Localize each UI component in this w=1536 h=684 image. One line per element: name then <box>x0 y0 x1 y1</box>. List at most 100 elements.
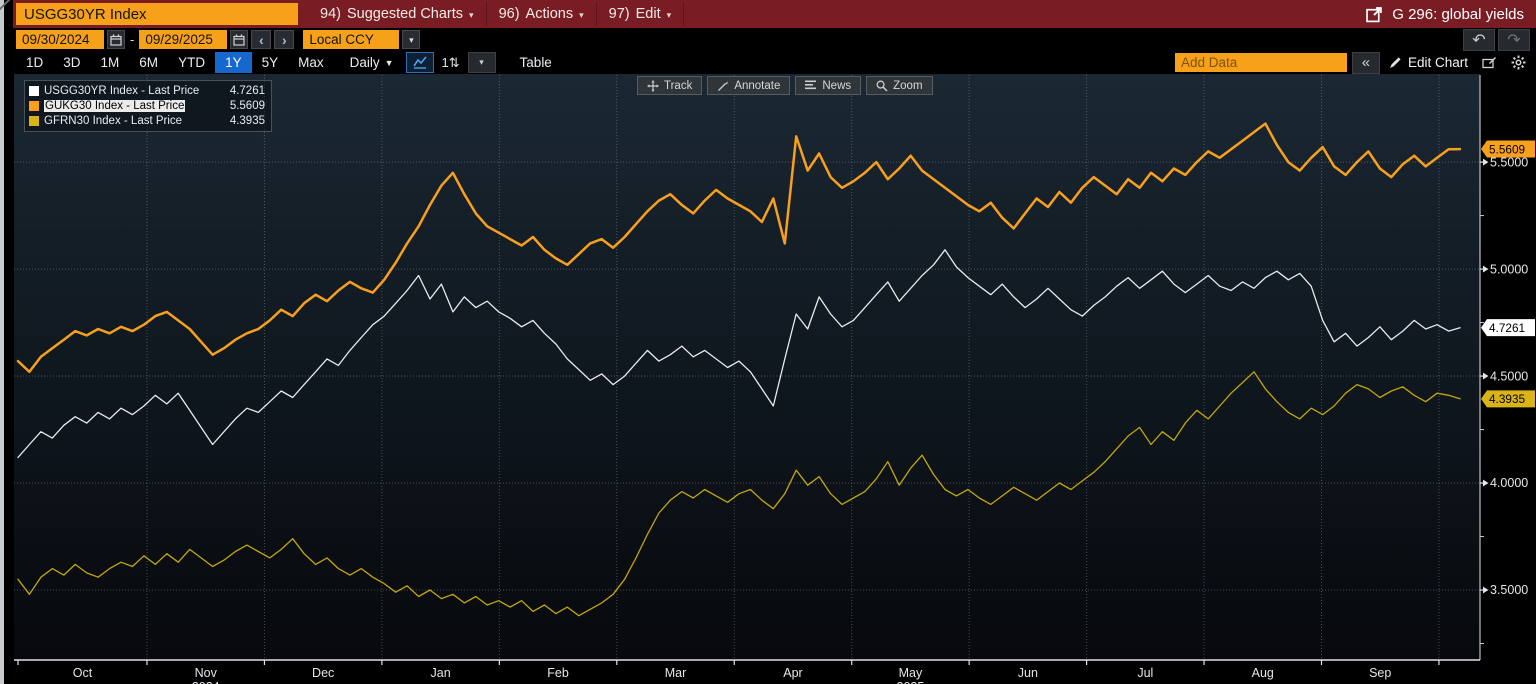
legend-item-usgg30yr[interactable]: USGG30YR Index - Last Price 4.7261 <box>29 83 265 98</box>
title-bar: USGG30YR Index 94) Suggested Charts ▾ 96… <box>0 0 1536 28</box>
x-axis-month-label: Aug <box>1252 666 1274 680</box>
tab-1d[interactable]: 1D <box>16 52 53 73</box>
tab-1y[interactable]: 1Y <box>215 52 252 73</box>
chart-type-dropdown-button[interactable]: ▾ <box>467 52 496 73</box>
zoom-label: Zoom <box>893 79 923 92</box>
svg-text:4.3935: 4.3935 <box>1489 392 1526 406</box>
x-axis-year-label: 2024 <box>192 680 220 684</box>
calendar-to-button[interactable] <box>230 30 249 49</box>
series-swatch <box>29 100 39 111</box>
svg-text:4.7261: 4.7261 <box>1489 321 1525 335</box>
window-edge[interactable] <box>0 0 4 684</box>
x-axis-year-label: 2025 <box>897 680 925 684</box>
frequency-label: Daily <box>349 55 380 70</box>
y-axis-label: 4.5000 <box>1490 369 1528 383</box>
undo-redo-group: ↶ ↷ <box>1463 28 1536 51</box>
y-axis-label: 3.5000 <box>1490 583 1528 597</box>
last-price-tag: 4.3935 <box>1481 390 1535 408</box>
add-data-input[interactable] <box>1174 53 1347 72</box>
y-axis-label: 4.0000 <box>1490 476 1528 490</box>
chart-ref-label: G 296: global yields <box>1392 5 1524 23</box>
calendar-icon <box>110 34 122 46</box>
series-label: GFRN30 Index - Last Price <box>44 114 183 127</box>
x-axis-month-label: Feb <box>547 666 569 680</box>
chevron-down-icon: ▾ <box>409 35 414 45</box>
series-line-usgg30yr <box>17 249 1461 459</box>
series-swatch <box>29 115 39 126</box>
table-button[interactable]: Table <box>510 52 562 73</box>
svg-text:5.5609: 5.5609 <box>1489 142 1525 156</box>
series-label: GUKG30 Index - Last Price <box>44 99 186 112</box>
line-chart-type-button[interactable] <box>405 52 434 73</box>
chevron-down-icon: ▾ <box>666 9 672 20</box>
calendar-icon <box>233 34 245 46</box>
x-axis-month-label: Mar <box>665 666 687 680</box>
menu-edit[interactable]: 97) Edit ▾ <box>597 2 685 26</box>
chart-toolbar-row: 1D 3D 1M 6M YTD 1Y 5Y Max Daily ▼ 1⇅ ▾ T… <box>0 51 1536 74</box>
price-chart[interactable]: 5.50005.00004.50004.00003.50004.72615.56… <box>0 74 1536 684</box>
menu-suggested-charts[interactable]: 94) Suggested Charts ▾ <box>308 2 487 26</box>
currency-select[interactable]: Local CCY <box>303 30 400 49</box>
legend-item-gfrn30[interactable]: GFRN30 Index - Last Price 4.3935 <box>29 113 265 128</box>
date-separator: - <box>130 32 135 47</box>
date-to-input[interactable]: 09/29/2025 <box>139 30 228 49</box>
track-crosshair-icon <box>647 79 659 92</box>
next-period-button[interactable]: › <box>274 30 295 49</box>
settings-button[interactable] <box>1506 53 1530 73</box>
tab-3d[interactable]: 3D <box>53 52 90 73</box>
chevron-down-icon: ▼ <box>384 57 394 68</box>
series-label: USGG30YR Index - Last Price <box>44 84 200 97</box>
annotate-button[interactable]: Annotate <box>707 76 791 95</box>
annotate-label: Annotate <box>734 79 781 92</box>
series-swatch <box>29 85 39 96</box>
menu-label: Suggested Charts <box>346 6 464 22</box>
currency-dropdown-button[interactable]: ▾ <box>402 30 421 49</box>
chart-area: 5.5000 5.0000 4.5000 4.0000 3.5000 4.7261 5.56… <box>0 74 1536 684</box>
calendar-from-button[interactable] <box>107 30 125 49</box>
chevron-down-icon: ▾ <box>469 9 474 20</box>
gear-icon <box>1511 55 1525 70</box>
frequency-select[interactable]: Daily ▼ <box>342 52 402 73</box>
zoom-button[interactable]: Zoom <box>866 76 933 95</box>
legend-item-gukg30[interactable]: GUKG30 Index - Last Price 5.5609 <box>29 98 265 113</box>
chart-legend: USGG30YR Index - Last Price 4.7261 GUKG3… <box>24 80 272 132</box>
last-price-tag: 5.5609 <box>1481 140 1535 158</box>
tab-1m[interactable]: 1M <box>91 52 130 73</box>
chart-floating-toolbar: Track Annotate News Zoom <box>637 76 933 95</box>
news-button[interactable]: News <box>795 76 862 95</box>
x-axis-month-label: Jun <box>1018 666 1038 680</box>
prev-period-button[interactable]: ‹ <box>251 30 272 49</box>
menu-label: Actions <box>525 6 574 22</box>
x-axis-month-label: Sep <box>1369 666 1391 680</box>
date-controls-row: 09/30/2024 - 09/29/2025 ‹ › Local CCY ▾ <box>0 28 1536 51</box>
edit-chart-label: Edit Chart <box>1407 55 1468 70</box>
security-input[interactable]: USGG30YR Index <box>16 3 298 25</box>
y-axis-label: 5.0000 <box>1490 262 1528 276</box>
track-button[interactable]: Track <box>637 76 703 95</box>
tab-ytd[interactable]: YTD <box>168 52 215 73</box>
right-toolbar-group: « Edit Chart <box>1174 51 1536 74</box>
menu-label: Edit <box>635 6 661 22</box>
chart-edit-icon <box>1481 57 1496 69</box>
series-last-value: 5.5609 <box>229 99 265 112</box>
tab-5y[interactable]: 5Y <box>252 52 289 73</box>
series-line-gukg30 <box>16 122 1462 374</box>
x-axis-month-label: Jul <box>1137 666 1153 680</box>
undo-button[interactable]: ↶ <box>1463 28 1495 51</box>
normalize-axis-button[interactable]: 1⇅ <box>438 53 464 72</box>
date-from-input[interactable]: 09/30/2024 <box>16 30 104 49</box>
menu-actions[interactable]: 96) Actions ▾ <box>487 2 597 26</box>
chart-settings-button[interactable] <box>1477 53 1501 73</box>
track-label: Track <box>664 79 693 92</box>
ellipsis-icon[interactable]: ⋯ <box>1429 0 1442 4</box>
chevron-down-icon: ▾ <box>579 9 584 20</box>
edit-chart-button[interactable]: Edit Chart <box>1385 55 1472 70</box>
series-line-gfrn30 <box>17 371 1461 617</box>
redo-button[interactable]: ↷ <box>1498 28 1530 51</box>
chart-reference[interactable]: G 296: global yields <box>1366 6 1536 23</box>
tab-6m[interactable]: 6M <box>129 52 168 73</box>
collapse-panel-button[interactable]: « <box>1351 51 1380 74</box>
series-last-value: 4.3935 <box>229 114 265 127</box>
x-axis-month-label: May <box>899 666 923 680</box>
tab-max[interactable]: Max <box>288 52 334 73</box>
